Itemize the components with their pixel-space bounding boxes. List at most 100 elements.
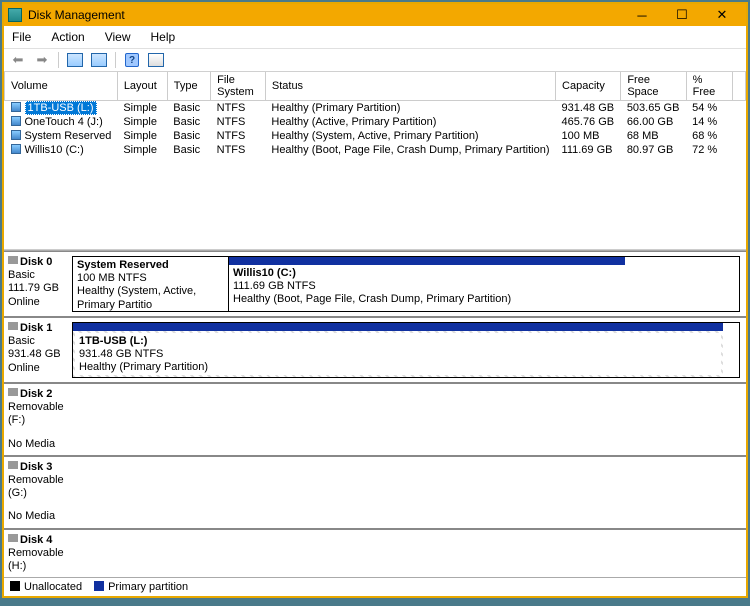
volume-free: 66.00 GB — [621, 115, 686, 129]
disk-size: 931.48 GB — [8, 348, 68, 361]
partition-name: 1TB-USB (L:) — [79, 335, 717, 348]
toolbar-separator — [115, 52, 116, 68]
back-button[interactable]: ⬅ — [8, 51, 28, 69]
disk-kind: Removable (H:) — [8, 547, 68, 573]
disk-icon — [8, 322, 18, 330]
forward-button[interactable]: ➡ — [32, 51, 52, 69]
volume-capacity: 931.48 GB — [556, 101, 621, 116]
disk-number: Disk 0 — [20, 256, 52, 268]
help-button[interactable]: ? — [122, 51, 142, 69]
disk-number: Disk 4 — [20, 534, 52, 546]
disk-graphical-view[interactable]: Disk 0Basic111.79 GBOnlineSystem Reserve… — [4, 250, 746, 577]
partition[interactable]: 1TB-USB (L:)931.48 GB NTFSHealthy (Prima… — [73, 323, 723, 377]
disk-kind: Removable (G:) — [8, 474, 68, 500]
disk-state: Online — [8, 296, 68, 309]
disk-row[interactable]: Disk 4Removable (H:)No Media — [4, 529, 746, 578]
disk-kind: Basic — [8, 335, 68, 348]
disk-row[interactable]: Disk 2Removable (F:) No Media — [4, 383, 746, 456]
disk-row[interactable]: Disk 0Basic111.79 GBOnlineSystem Reserve… — [4, 251, 746, 317]
col-layout[interactable]: Layout — [117, 72, 167, 101]
disk-number: Disk 2 — [20, 388, 52, 400]
volume-list[interactable]: Volume Layout Type File System Status Ca… — [4, 72, 746, 250]
disk-row[interactable]: Disk 1Basic931.48 GBOnline1TB-USB (L:)93… — [4, 317, 746, 383]
volume-capacity: 111.69 GB — [556, 143, 621, 157]
volume-layout: Simple — [117, 143, 167, 157]
minimize-button[interactable]: ─ — [622, 5, 662, 25]
disk-icon — [8, 534, 18, 542]
volume-name: System Reserved — [25, 130, 112, 142]
partition-container: 1TB-USB (L:)931.48 GB NTFSHealthy (Prima… — [72, 322, 740, 378]
disk-row[interactable]: Disk 3Removable (G:)No Media — [4, 456, 746, 529]
volume-type: Basic — [167, 101, 210, 116]
volume-name: OneTouch 4 (J:) — [25, 116, 103, 128]
volume-layout: Simple — [117, 129, 167, 143]
volume-type: Basic — [167, 129, 210, 143]
volume-row[interactable]: System ReservedSimpleBasicNTFSHealthy (S… — [5, 129, 746, 143]
disk-number: Disk 1 — [20, 322, 52, 334]
partition-health: Healthy (Boot, Page File, Crash Dump, Pr… — [233, 293, 621, 306]
volume-row[interactable]: Willis10 (C:)SimpleBasicNTFSHealthy (Boo… — [5, 143, 746, 157]
disk-graph: System Reserved100 MB NTFSHealthy (Syste… — [72, 252, 746, 316]
col-percentfree[interactable]: % Free — [686, 72, 732, 101]
app-icon — [8, 8, 22, 22]
volume-free: 80.97 GB — [621, 143, 686, 157]
disk-icon — [8, 461, 18, 469]
volume-layout: Simple — [117, 101, 167, 116]
volume-layout: Simple — [117, 115, 167, 129]
menu-help[interactable]: Help — [147, 28, 180, 46]
col-volume[interactable]: Volume — [5, 72, 118, 101]
help-icon: ? — [125, 53, 139, 67]
column-headers: Volume Layout Type File System Status Ca… — [5, 72, 746, 101]
layout-bottom-button[interactable] — [89, 51, 109, 69]
swatch-unallocated-icon — [10, 581, 20, 591]
partition[interactable]: Willis10 (C:)111.69 GB NTFSHealthy (Boot… — [229, 257, 625, 311]
volume-row[interactable]: 1TB-USB (L:)SimpleBasicNTFSHealthy (Prim… — [5, 101, 746, 116]
partition-size: 931.48 GB NTFS — [79, 348, 717, 361]
disk-icon — [8, 388, 18, 396]
volume-type: Basic — [167, 115, 210, 129]
disk-size: 111.79 GB — [8, 282, 68, 295]
volume-icon — [11, 116, 21, 126]
toolbar-separator — [58, 52, 59, 68]
volume-fs: NTFS — [211, 115, 266, 129]
volume-fs: NTFS — [211, 101, 266, 116]
disk-graph — [72, 457, 746, 528]
col-filesystem[interactable]: File System — [211, 72, 266, 101]
volume-type: Basic — [167, 143, 210, 157]
menu-view[interactable]: View — [101, 28, 135, 46]
col-type[interactable]: Type — [167, 72, 210, 101]
partition[interactable]: System Reserved100 MB NTFSHealthy (Syste… — [73, 257, 229, 311]
settings-button[interactable] — [146, 51, 166, 69]
volume-icon — [11, 130, 21, 140]
col-status[interactable]: Status — [265, 72, 555, 101]
disk-label-panel: Disk 1Basic931.48 GBOnline — [4, 318, 72, 382]
volume-capacity: 465.76 GB — [556, 115, 621, 129]
toolbar: ⬅ ➡ ? — [4, 49, 746, 72]
menu-action[interactable]: Action — [47, 28, 88, 46]
partition-size: 111.69 GB NTFS — [233, 280, 621, 293]
menubar: File Action View Help — [4, 26, 746, 49]
col-freespace[interactable]: Free Space — [621, 72, 686, 101]
titlebar[interactable]: Disk Management ─ ☐ ✕ — [4, 4, 746, 26]
disk-state: No Media — [8, 438, 68, 451]
legend: Unallocated Primary partition — [4, 577, 746, 596]
disk-management-window: Disk Management ─ ☐ ✕ File Action View H… — [2, 2, 748, 598]
disk-state: Online — [8, 362, 68, 375]
menu-file[interactable]: File — [8, 28, 35, 46]
layout-top-button[interactable] — [65, 51, 85, 69]
volume-capacity: 100 MB — [556, 129, 621, 143]
disk-kind: Removable (F:) — [8, 401, 68, 427]
close-button[interactable]: ✕ — [702, 5, 742, 25]
disk-graph: 1TB-USB (L:)931.48 GB NTFSHealthy (Prima… — [72, 318, 746, 382]
legend-unallocated: Unallocated — [10, 581, 82, 593]
volume-free: 68 MB — [621, 129, 686, 143]
swatch-primary-icon — [94, 581, 104, 591]
volume-status: Healthy (Primary Partition) — [265, 101, 555, 116]
maximize-button[interactable]: ☐ — [662, 5, 702, 25]
disk-icon — [8, 256, 18, 264]
volume-row[interactable]: OneTouch 4 (J:)SimpleBasicNTFSHealthy (A… — [5, 115, 746, 129]
volume-pct: 68 % — [686, 129, 732, 143]
col-capacity[interactable]: Capacity — [556, 72, 621, 101]
partition-name: Willis10 (C:) — [233, 267, 621, 280]
volume-name: Willis10 (C:) — [25, 144, 84, 156]
